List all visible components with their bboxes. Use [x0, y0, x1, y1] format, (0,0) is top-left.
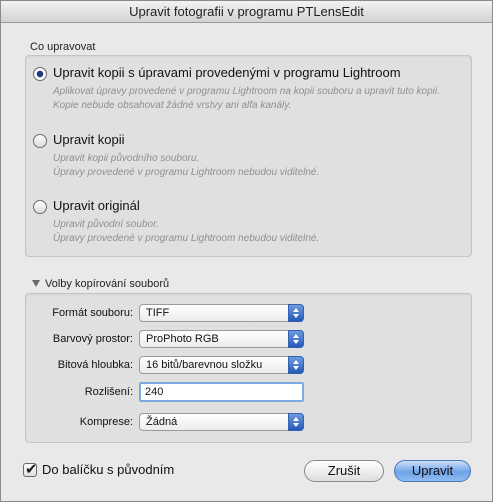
edit-group-label: Co upravovat [30, 41, 96, 53]
radio-title: Upravit kopii [53, 132, 125, 147]
stack-with-original-checkbox[interactable]: ✔ [23, 461, 38, 478]
resolution-input[interactable]: 240 [139, 382, 304, 402]
edit-button[interactable]: Upravit [394, 460, 471, 482]
copy-options-label: Volby kopírování souborů [45, 278, 170, 290]
radio-description-line1: Aplikovat úpravy provedené v programu Li… [53, 86, 440, 97]
compression-value: Žádná [146, 416, 178, 428]
bit-depth-value: 16 bitů/barevnou složku [146, 359, 263, 371]
checkmark-icon: ✔ [25, 461, 38, 478]
radio-description-line2: Úpravy provedené v programu Lightroom ne… [53, 233, 320, 244]
select-arrows-icon[interactable] [288, 356, 304, 374]
bit-depth-label: Bitová hloubka: [57, 359, 133, 371]
format-value: TIFF [146, 307, 170, 319]
color-space-label: Barvový prostor: [52, 333, 133, 345]
stack-with-original-label[interactable]: Do balíčku s původním [42, 462, 174, 477]
color-space-value: ProPhoto RGB [146, 333, 219, 345]
radio-description: Upravit původní soubor. Úpravy provedené… [53, 218, 319, 246]
format-label: Formát souboru: [52, 307, 133, 319]
edit-options-panel: Upravit kopii s úpravami provedenými v p… [25, 55, 472, 257]
radio-description: Aplikovat úpravy provedené v programu Li… [53, 85, 440, 113]
radio-button[interactable] [33, 200, 47, 214]
compression-label: Komprese: [79, 416, 133, 428]
copy-options-disclosure[interactable]: Volby kopírování souborů [32, 278, 169, 290]
radio-button[interactable] [33, 134, 47, 148]
color-space-select[interactable]: ProPhoto RGB [139, 330, 304, 348]
format-select[interactable]: TIFF [139, 304, 304, 322]
radio-description-line2: Kopie nebude obsahovat žádné vrstvy ani … [53, 100, 292, 111]
disclosure-triangle-icon[interactable] [32, 280, 40, 287]
select-arrows-icon[interactable] [288, 413, 304, 431]
select-arrows-icon[interactable] [288, 304, 304, 322]
radio-title: Upravit kopii s úpravami provedenými v p… [53, 65, 401, 80]
radio-title: Upravit originál [53, 198, 140, 213]
compression-select[interactable]: Žádná [139, 413, 304, 431]
radio-button-selected[interactable] [33, 67, 47, 81]
window-title: Upravit fotografii v programu PTLensEdit [1, 1, 492, 23]
radio-description-line1: Upravit kopii původního souboru. [53, 153, 200, 164]
bit-depth-select[interactable]: 16 bitů/barevnou složku [139, 356, 304, 374]
select-arrows-icon[interactable] [288, 330, 304, 348]
dialog-window: Upravit fotografii v programu PTLensEdit… [0, 0, 493, 502]
copy-options-panel: Formát souboru: TIFF Barvový prostor: Pr… [25, 293, 472, 443]
radio-description: Upravit kopii původního souboru. Úpravy … [53, 152, 319, 180]
radio-description-line2: Úpravy provedené v programu Lightroom ne… [53, 167, 320, 178]
radio-description-line1: Upravit původní soubor. [53, 219, 159, 230]
cancel-button[interactable]: Zrušit [304, 460, 384, 482]
resolution-label: Rozlišení: [84, 386, 133, 398]
